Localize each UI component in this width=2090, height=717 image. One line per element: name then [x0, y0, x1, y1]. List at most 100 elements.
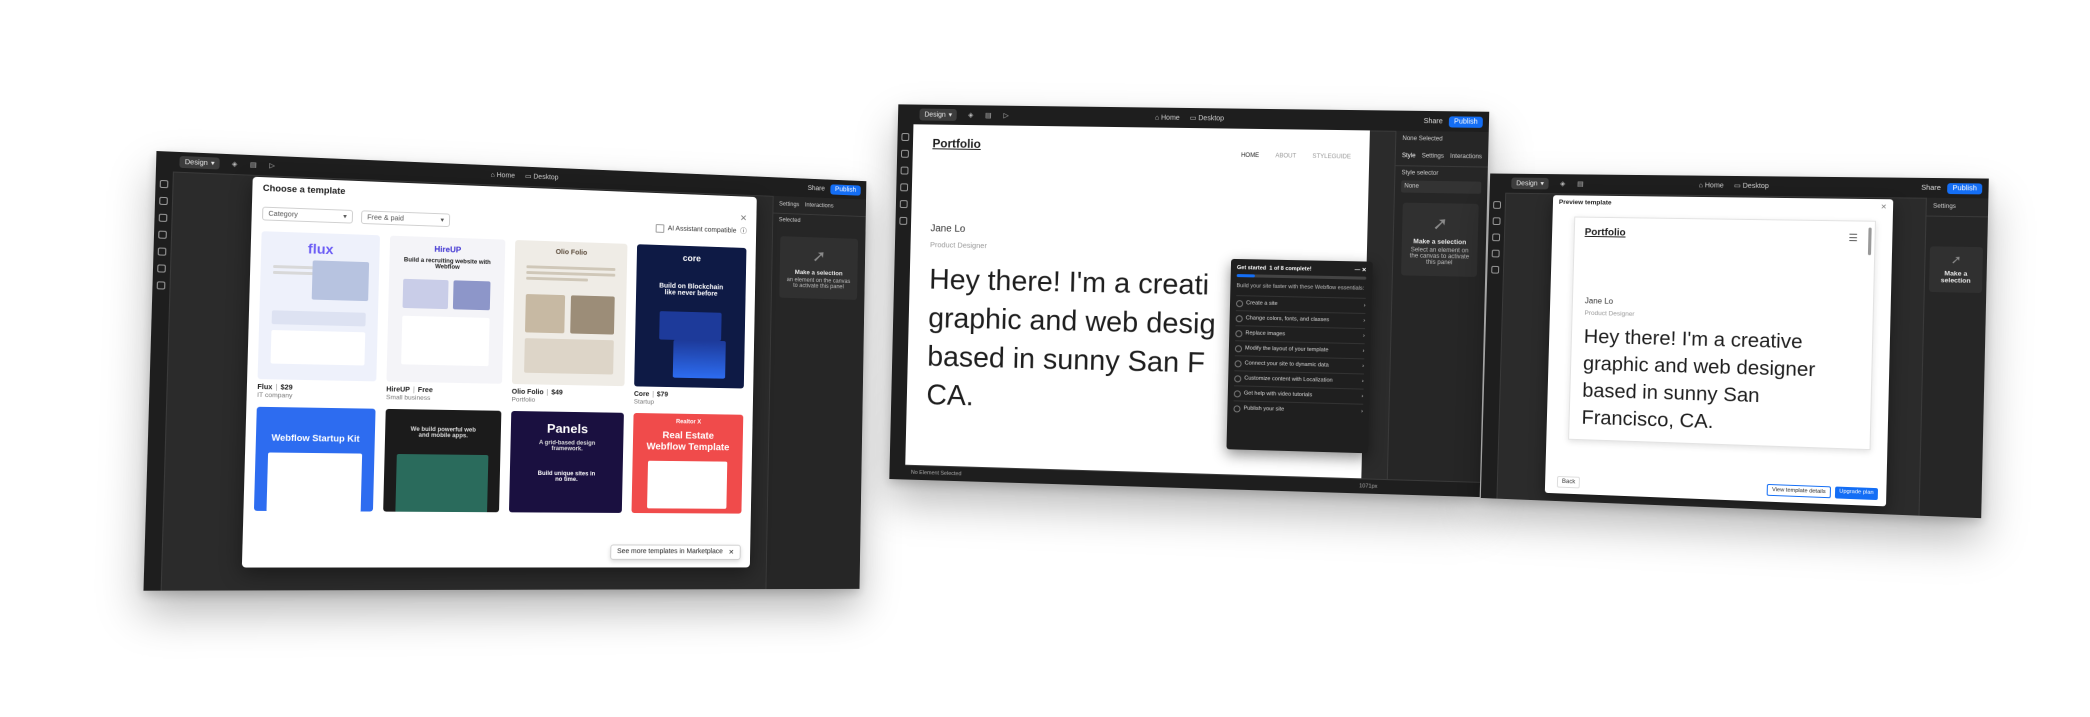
- preview-template-modal: Preview template ✕ Portfolio ☰ Jane Lo P…: [1545, 195, 1893, 506]
- template-card-panels[interactable]: Panels A grid-based design framework. Bu…: [509, 411, 624, 513]
- none-selected-label: None Selected: [1396, 131, 1489, 148]
- template-card-olio-folio[interactable]: Olio Folio Olio Folio | $49 Portfolio: [511, 240, 627, 405]
- components-icon[interactable]: [1492, 250, 1500, 258]
- breakpoint-selector[interactable]: ▭ Desktop: [1734, 182, 1769, 190]
- design-mode-button[interactable]: Design ▾: [179, 156, 220, 170]
- publish-button[interactable]: Publish: [1947, 183, 1982, 194]
- scrollbar[interactable]: [1868, 228, 1872, 256]
- close-icon[interactable]: ✕: [1881, 203, 1887, 211]
- nav-about[interactable]: ABOUT: [1275, 153, 1296, 159]
- tab-interactions[interactable]: Interactions: [1450, 154, 1482, 161]
- hireup-headline: Build a recruiting website with Webflow: [389, 257, 505, 272]
- pages-icon[interactable]: [159, 197, 168, 205]
- template-category: Startup: [634, 399, 744, 408]
- modal-title: Choose a template: [263, 183, 346, 196]
- apps-icon[interactable]: [157, 281, 166, 289]
- layers-icon[interactable]: ◈: [1559, 180, 1567, 188]
- zoom-readout[interactable]: 1071px: [1359, 483, 1378, 490]
- layers-icon[interactable]: ◈: [967, 111, 975, 119]
- template-card-apps[interactable]: We build powerful web and mobile apps.: [383, 409, 501, 512]
- make-selection-desc: Select an element on the canvas to activ…: [1410, 247, 1470, 266]
- assets-icon[interactable]: [899, 217, 907, 225]
- upgrade-plan-button[interactable]: Upgrade plan: [1835, 487, 1878, 501]
- template-card-hireup[interactable]: HireUP Build a recruiting website with W…: [386, 236, 505, 403]
- template-card-flux[interactable]: flux Flux | $29 IT company: [257, 231, 380, 401]
- cms-icon[interactable]: [1491, 266, 1499, 274]
- minimize-icon[interactable]: — ✕: [1355, 267, 1367, 273]
- portfolio-logo[interactable]: Portfolio: [932, 136, 981, 151]
- chevron-right-icon: ›: [1361, 409, 1363, 415]
- design-mode-button[interactable]: Design ▾: [1511, 178, 1549, 190]
- share-button[interactable]: Share: [1424, 118, 1443, 125]
- add-icon[interactable]: [1493, 201, 1501, 209]
- chart-icon[interactable]: ▤: [984, 111, 992, 119]
- price-dropdown[interactable]: Free & paid ▾: [361, 210, 450, 227]
- template-thumbnail: HireUP Build a recruiting website with W…: [386, 236, 505, 384]
- page-selector[interactable]: ⌂ Home: [1698, 182, 1723, 189]
- layers-icon[interactable]: ◈: [230, 160, 239, 168]
- design-mode-button[interactable]: Design ▾: [919, 109, 957, 121]
- play-icon[interactable]: ▷: [1002, 112, 1010, 120]
- ai-compatible-checkbox[interactable]: AI Assistant compatible ⓘ: [655, 223, 747, 236]
- nav-styleguide[interactable]: STYLEGUIDE: [1312, 154, 1351, 161]
- nav-home[interactable]: HOME: [1241, 153, 1259, 159]
- navigator-icon[interactable]: [159, 214, 168, 222]
- chevron-right-icon: ›: [1363, 348, 1365, 354]
- template-card-core[interactable]: core Build on Blockchain like never befo…: [634, 244, 747, 407]
- template-category: IT company: [257, 392, 376, 401]
- tab-settings[interactable]: Settings: [1933, 204, 1956, 210]
- template-card-startup-kit[interactable]: Webflow Startup Kit: [254, 407, 376, 512]
- template-price: Free: [418, 387, 433, 394]
- breakpoint-selector[interactable]: ▭ Desktop: [525, 172, 559, 181]
- chevron-right-icon: ›: [1362, 363, 1364, 369]
- publish-button[interactable]: Publish: [1449, 116, 1483, 128]
- chart-icon[interactable]: ▤: [249, 161, 258, 169]
- breakpoint-selector[interactable]: ▭ Desktop: [1190, 114, 1225, 122]
- tab-settings[interactable]: Settings: [779, 202, 799, 208]
- portfolio-logo: Portfolio: [1585, 227, 1626, 238]
- make-selection-card: ➚ Make a selection: [1929, 246, 1983, 293]
- share-button[interactable]: Share: [1921, 184, 1941, 191]
- cursor-icon: ➚: [785, 246, 852, 268]
- tab-settings[interactable]: Settings: [1422, 153, 1444, 159]
- chart-icon[interactable]: ▤: [1576, 180, 1584, 188]
- template-category: Portfolio: [511, 397, 624, 406]
- view-template-details-button[interactable]: View template details: [1767, 484, 1831, 498]
- publish-button[interactable]: Publish: [830, 184, 860, 195]
- style-selector-input[interactable]: None: [1401, 180, 1481, 193]
- close-icon[interactable]: ✕: [728, 549, 734, 557]
- breadcrumb-status: No Element Selected: [911, 470, 962, 477]
- site-nav: HOME ABOUT STYLEGUIDE: [1241, 153, 1351, 161]
- page-selector[interactable]: ⌂ Home: [490, 171, 515, 179]
- page-selector[interactable]: ⌂ Home: [1155, 114, 1180, 121]
- add-icon[interactable]: [160, 180, 169, 188]
- preview-frame[interactable]: Portfolio ☰ Jane Lo Product Designer Hey…: [1568, 217, 1876, 451]
- tab-style[interactable]: Style: [1402, 153, 1416, 159]
- template-card-real-estate[interactable]: Realtor X Real Estate Webflow Template: [631, 413, 743, 514]
- cms-icon[interactable]: [900, 200, 908, 208]
- marketplace-link[interactable]: See more templates in Marketplace ✕: [610, 544, 741, 559]
- pages-icon[interactable]: [1493, 217, 1501, 225]
- chevron-down-icon: ▾: [1540, 180, 1544, 188]
- cursor-icon: ➚: [1408, 213, 1472, 235]
- cms-icon[interactable]: [158, 247, 167, 255]
- assets-icon[interactable]: [157, 264, 166, 272]
- navigator-icon[interactable]: [901, 167, 909, 175]
- checklist-item[interactable]: Publish your site ›: [1233, 400, 1363, 419]
- thumb-image: [525, 294, 565, 333]
- pages-icon[interactable]: [901, 150, 909, 158]
- play-icon[interactable]: ▷: [268, 162, 277, 170]
- navigator-icon[interactable]: [1492, 233, 1500, 241]
- components-icon[interactable]: [900, 183, 908, 191]
- share-button[interactable]: Share: [808, 185, 825, 192]
- add-icon[interactable]: [901, 133, 909, 141]
- back-button[interactable]: Back: [1557, 476, 1580, 488]
- components-icon[interactable]: [158, 231, 167, 239]
- template-name: Olio Folio: [512, 389, 544, 396]
- design-mode-label: Design: [924, 111, 945, 118]
- checklist-label: Publish your site: [1243, 406, 1284, 413]
- marketplace-label: See more templates in Marketplace: [617, 548, 723, 556]
- close-icon[interactable]: ✕: [740, 213, 747, 224]
- category-dropdown[interactable]: Category ▾: [262, 207, 353, 224]
- tab-interactions[interactable]: Interactions: [805, 203, 834, 210]
